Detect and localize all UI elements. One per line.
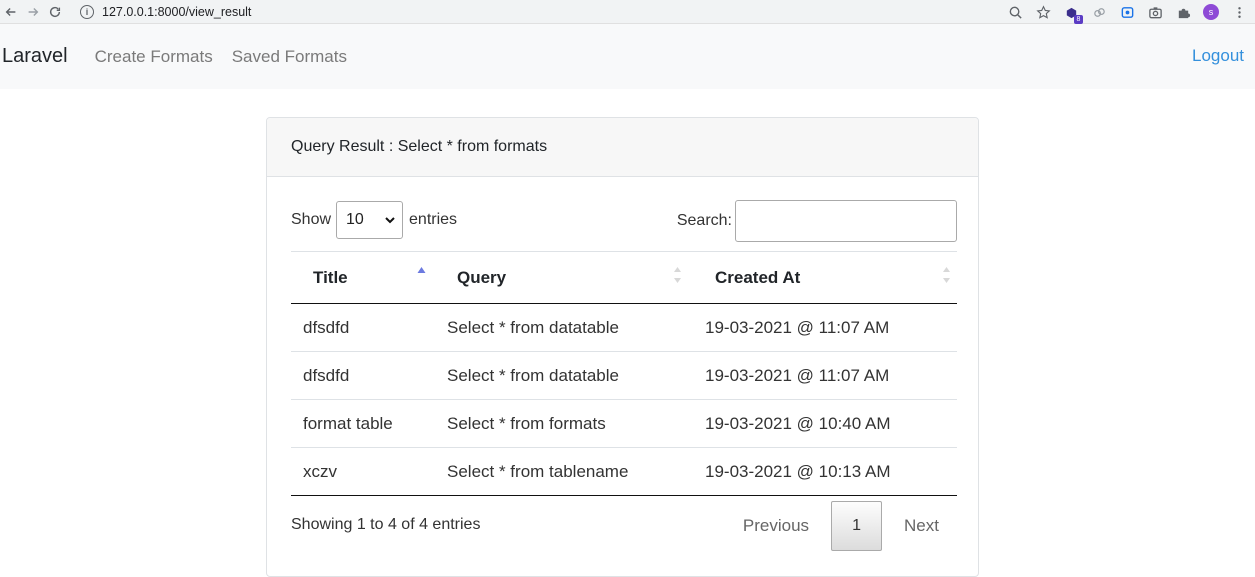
results-table: Title Query Created At dfsdfd Select * f…	[291, 251, 957, 496]
address-bar[interactable]: i 127.0.0.1:8000/view_result	[74, 0, 1014, 23]
query-result-card: Query Result : Select * from formats Sho…	[266, 117, 979, 577]
datatable-controls: Show 10 entries Search:	[291, 200, 957, 244]
back-arrow-icon[interactable]	[0, 1, 22, 23]
table-row: xczv Select * from tablename 19-03-2021 …	[291, 447, 957, 496]
extension-icon[interactable]: 8	[1063, 4, 1083, 24]
reload-icon[interactable]	[44, 1, 66, 23]
url-text: 127.0.0.1:8000/view_result	[102, 4, 252, 19]
entries-length: Show 10 entries	[291, 200, 457, 240]
browser-toolbar: i 127.0.0.1:8000/view_result 8 s	[0, 0, 1255, 24]
puzzle-icon[interactable]	[1175, 4, 1191, 20]
entries-select[interactable]: 10	[336, 201, 404, 239]
entries-info: Showing 1 to 4 of 4 entries	[291, 516, 481, 533]
forward-arrow-icon[interactable]	[22, 1, 44, 23]
column-header-created-at[interactable]: Created At	[694, 251, 957, 304]
length-label-after: entries	[409, 211, 458, 228]
card-header: Query Result : Select * from formats	[267, 118, 978, 177]
cell-created-at: 19-03-2021 @ 10:40 AM	[694, 399, 957, 448]
search-label: Search:	[676, 212, 732, 229]
pagination-page-1[interactable]: 1	[831, 501, 883, 551]
cell-query: Select * from tablename	[436, 447, 694, 496]
cell-query: Select * from datatable	[436, 351, 694, 400]
pagination-previous[interactable]: Previous	[725, 516, 827, 536]
link-extension-icon[interactable]	[1091, 4, 1107, 20]
sort-both-icon	[674, 267, 681, 283]
cell-query: Select * from datatable	[436, 303, 694, 352]
length-label-before: Show	[291, 211, 332, 228]
sort-asc-icon	[417, 267, 426, 273]
cell-created-at: 19-03-2021 @ 10:13 AM	[694, 447, 957, 496]
nav-link-create-formats[interactable]: Create Formats	[95, 47, 213, 67]
cell-title: xczv	[291, 447, 436, 496]
camera-icon[interactable]	[1147, 4, 1163, 20]
table-row: dfsdfd Select * from datatable 19-03-202…	[291, 351, 957, 400]
zoom-icon[interactable]	[1007, 4, 1023, 20]
brand-logo[interactable]: Laravel	[2, 45, 68, 68]
sort-both-icon	[943, 267, 950, 283]
nav-link-saved-formats[interactable]: Saved Formats	[232, 47, 347, 67]
star-icon[interactable]	[1035, 4, 1051, 20]
menu-dots-icon[interactable]	[1231, 4, 1247, 20]
cell-query: Select * from formats	[436, 399, 694, 448]
info-icon[interactable]: i	[80, 4, 94, 19]
table-header-row: Title Query Created At	[291, 251, 957, 304]
table-row: format table Select * from formats 19-03…	[291, 399, 957, 448]
cell-title: format table	[291, 399, 436, 448]
entries-select-value: 10	[346, 211, 364, 228]
pagination: Previous 1 Next	[725, 501, 957, 551]
record-extension-icon[interactable]	[1119, 4, 1135, 20]
search-input[interactable]	[735, 200, 957, 242]
chevron-down-icon	[385, 217, 395, 224]
navbar: Laravel Create Formats Saved Formats Log…	[0, 24, 1255, 89]
extension-badge: 8	[1074, 15, 1083, 24]
cell-title: dfsdfd	[291, 303, 436, 352]
pagination-next[interactable]: Next	[886, 516, 957, 536]
datatable-footer: Showing 1 to 4 of 4 entries Previous 1 N…	[291, 501, 957, 551]
search-area: Search:	[677, 200, 957, 242]
cell-created-at: 19-03-2021 @ 11:07 AM	[694, 303, 957, 352]
profile-avatar[interactable]: s	[1203, 4, 1219, 20]
column-header-title[interactable]: Title	[291, 251, 436, 304]
table-row: dfsdfd Select * from datatable 19-03-202…	[291, 303, 957, 352]
cell-created-at: 19-03-2021 @ 11:07 AM	[694, 351, 957, 400]
column-header-query[interactable]: Query	[436, 251, 694, 304]
logout-link[interactable]: Logout	[1192, 46, 1244, 66]
cell-title: dfsdfd	[291, 351, 436, 400]
